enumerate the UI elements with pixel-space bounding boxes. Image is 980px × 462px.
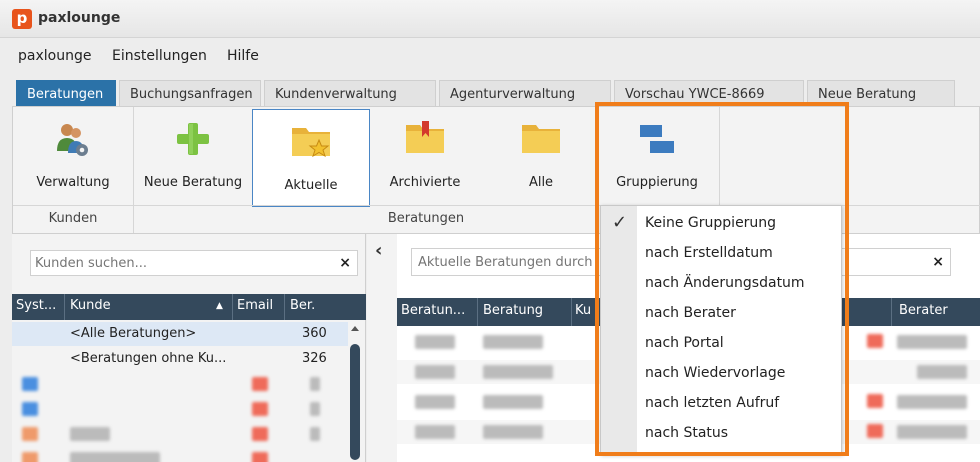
customer-search-input[interactable] <box>31 251 321 275</box>
customer-name: <Beratungen ohne Ku... <box>70 351 227 366</box>
archivierte-label: Archivierte <box>389 175 461 190</box>
collapse-left-icon[interactable]: ‹ <box>375 240 382 261</box>
menu-item-label: nach Berater <box>645 305 736 321</box>
panel-splitter[interactable]: ‹ <box>367 234 397 462</box>
plus-icon <box>175 121 211 161</box>
customer-search: × <box>30 250 358 276</box>
customer-name: <Alle Beratungen> <box>70 326 197 341</box>
customer-grid-header: Syst... Kunde ▲ Email Ber. <box>12 294 366 320</box>
menu-item-nach-erstelldatum[interactable]: nach Erstelldatum <box>601 238 841 268</box>
menu-item-nach-wiedervorlage[interactable]: nach Wiedervorlage <box>601 358 841 388</box>
customer-count: 360 <box>302 326 327 341</box>
menu-item-keine-gruppierung[interactable]: ✓ Keine Gruppierung <box>601 208 841 238</box>
aktuelle-label: Aktuelle <box>284 178 338 193</box>
menu-item-nach-status[interactable]: nach Status <box>601 418 841 448</box>
gruppierung-label: Gruppierung <box>616 175 698 190</box>
menu-item-label: nach Änderungsdatum <box>645 275 805 291</box>
gruppierung-button[interactable]: Gruppierung <box>605 109 709 205</box>
menu-item-label: nach Wiedervorlage <box>645 365 786 381</box>
tab-vorschau[interactable]: Vorschau YWCE-8669 <box>614 80 804 106</box>
column-header-ber[interactable]: Ber. <box>290 298 330 313</box>
menu-item-nach-aenderungsdatum[interactable]: nach Änderungsdatum <box>601 268 841 298</box>
menu-item-label: nach letzten Aufruf <box>645 395 780 411</box>
menu-item-nach-portal[interactable]: nach Portal <box>601 328 841 358</box>
group-label-kunden: Kunden <box>48 211 98 226</box>
scroll-thumb[interactable] <box>350 344 360 460</box>
menu-item-nach-letzten-aufruf[interactable]: nach letzten Aufruf <box>601 388 841 418</box>
customer-panel: × Syst... Kunde ▲ Email Ber. <Alle Berat… <box>12 234 366 462</box>
tab-buchungsanfragen[interactable]: Buchungsanfragen <box>119 80 261 106</box>
folder-bookmark-icon <box>404 121 446 161</box>
menu-item-nach-berater[interactable]: nach Berater <box>601 298 841 328</box>
alle-label: Alle <box>528 175 554 190</box>
neue-beratung-button[interactable]: Neue Beratung <box>137 109 249 205</box>
archivierte-button[interactable]: Archivierte <box>373 109 477 205</box>
menu-item-label: nach Portal <box>645 335 724 351</box>
column-header-berater[interactable]: Berater <box>899 303 969 318</box>
tab-neue-beratung[interactable]: Neue Beratung <box>807 80 955 106</box>
folder-icon <box>520 121 562 161</box>
column-header-beratungsnummer[interactable]: Beratun... <box>401 303 473 318</box>
clear-icon[interactable]: × <box>339 255 351 271</box>
customer-row[interactable]: <Alle Beratungen> 360 <box>12 322 352 346</box>
app-logo-icon: p <box>12 9 32 29</box>
clear-icon[interactable]: × <box>932 254 944 270</box>
verwaltung-button[interactable]: Verwaltung <box>19 109 127 205</box>
customer-count: 326 <box>302 351 327 366</box>
users-gear-icon <box>55 121 91 163</box>
folder-star-icon <box>290 122 332 164</box>
checkmark-icon: ✓ <box>612 212 628 233</box>
customer-row[interactable]: <Beratungen ohne Ku... 326 <box>12 347 352 371</box>
tab-bar: Beratungen Buchungsanfragen Kundenverwal… <box>0 72 980 106</box>
column-header-beratung[interactable]: Beratung <box>483 303 569 318</box>
verwaltung-label: Verwaltung <box>36 175 110 190</box>
menu-paxlounge[interactable]: paxlounge <box>18 48 91 64</box>
column-header-email[interactable]: Email <box>237 298 281 313</box>
tab-kundenverwaltung[interactable]: Kundenverwaltung <box>264 80 436 106</box>
customer-scrollbar[interactable] <box>348 320 362 462</box>
menu-item-label: nach Erstelldatum <box>645 245 773 261</box>
menu-hilfe[interactable]: Hilfe <box>227 48 259 64</box>
column-header-system[interactable]: Syst... <box>16 298 62 313</box>
scroll-up-icon[interactable] <box>351 326 359 331</box>
customer-row[interactable] <box>12 422 352 446</box>
menu-item-label: nach Status <box>645 425 729 441</box>
customer-row[interactable] <box>12 372 352 396</box>
aktuelle-button[interactable]: Aktuelle <box>252 109 370 207</box>
neue-beratung-label: Neue Beratung <box>143 175 243 190</box>
title-bar: p paxlounge <box>0 0 980 38</box>
column-header-kunde[interactable]: Ku <box>575 303 599 318</box>
customer-row[interactable] <box>12 447 352 462</box>
menu-bar: paxlounge Einstellungen Hilfe <box>0 40 980 72</box>
grouping-icon <box>636 121 678 161</box>
grouping-dropdown-menu: ✓ Keine Gruppierung nach Erstelldatum na… <box>600 205 842 455</box>
menu-einstellungen[interactable]: Einstellungen <box>112 48 207 64</box>
tab-beratungen[interactable]: Beratungen <box>16 80 116 106</box>
tab-agenturverwaltung[interactable]: Agenturverwaltung <box>439 80 611 106</box>
app-title: paxlounge <box>38 10 121 26</box>
customer-row[interactable] <box>12 397 352 421</box>
sort-ascending-icon: ▲ <box>216 301 223 311</box>
column-header-kunde[interactable]: Kunde <box>70 298 210 313</box>
alle-button[interactable]: Alle <box>489 109 593 205</box>
menu-item-label: Keine Gruppierung <box>645 215 777 231</box>
